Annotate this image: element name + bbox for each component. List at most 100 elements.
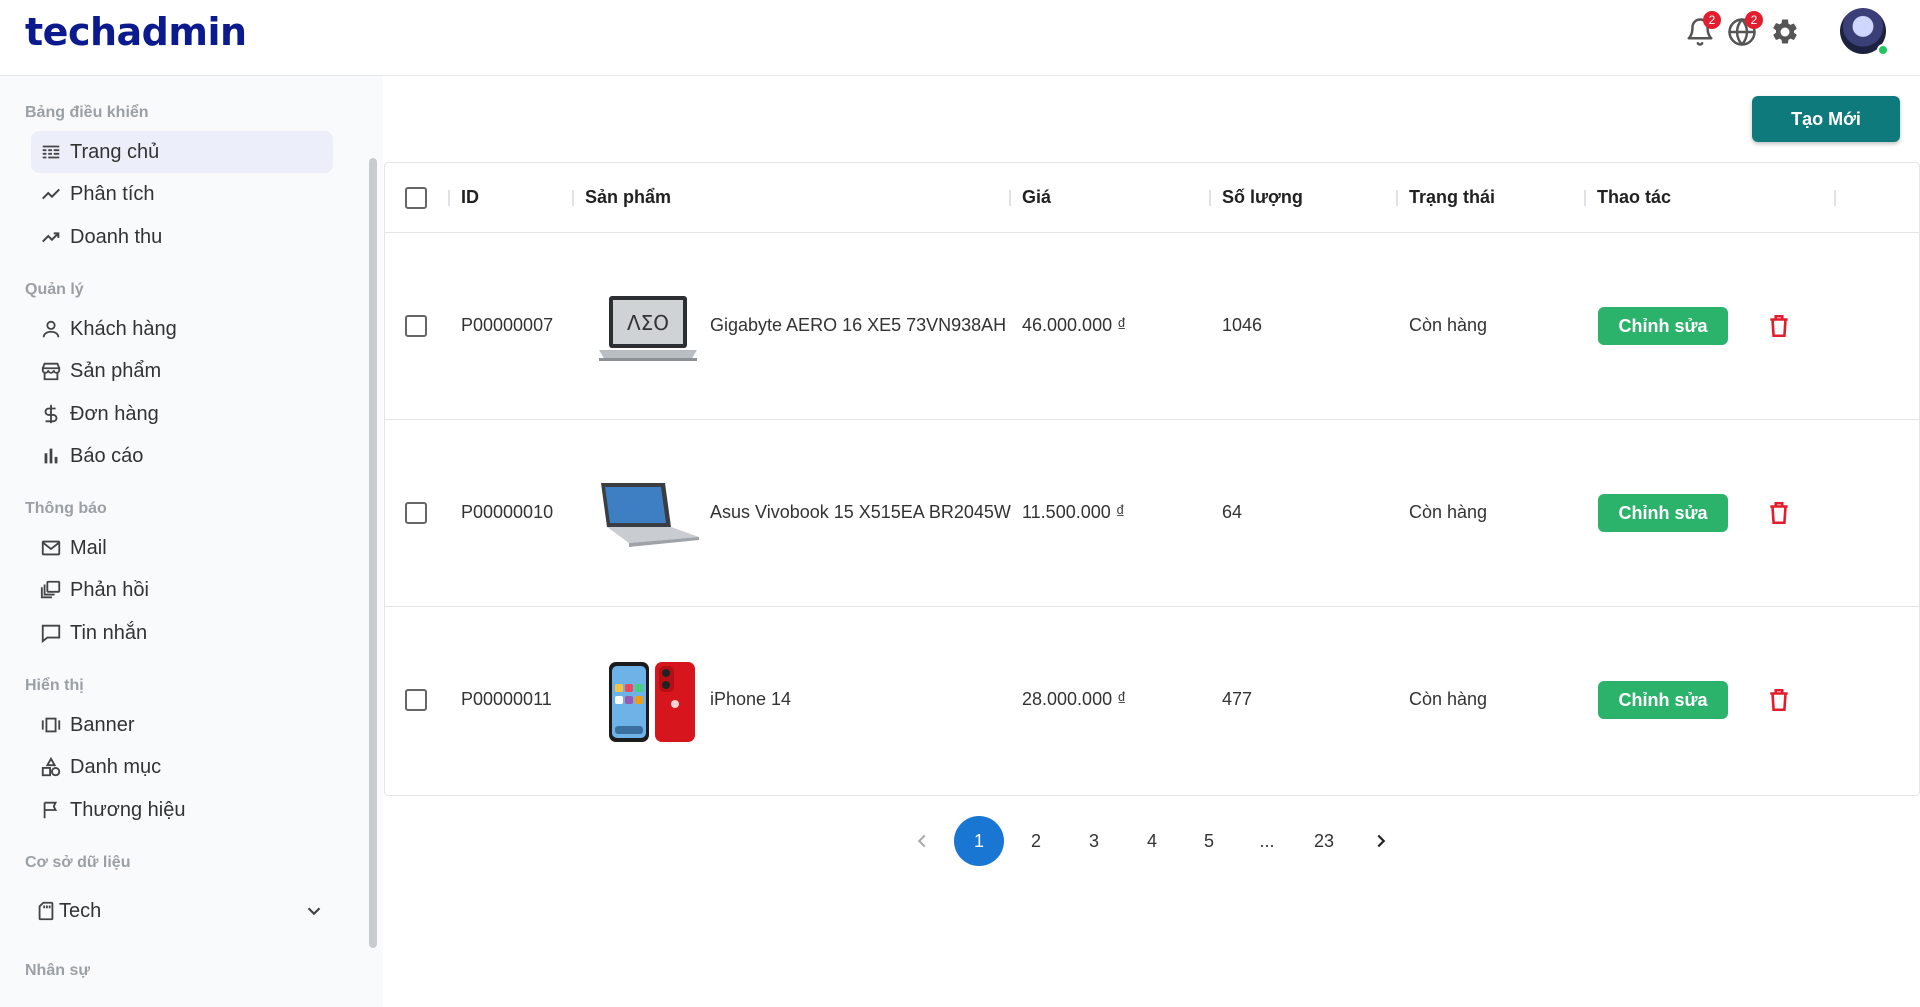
product-id: P00000011 xyxy=(461,689,552,709)
online-status-dot xyxy=(1877,44,1889,56)
product-name: Asus Vivobook 15 X515EA BR2045W xyxy=(710,502,1011,522)
pagination-page-3[interactable]: 3 xyxy=(1069,816,1119,866)
section-title-display: Hiển thị xyxy=(25,677,84,694)
top-header: techadmin 2 2 xyxy=(0,0,1920,76)
sidebar-item-label: Doanh thu xyxy=(70,225,163,248)
pagination-prev-button[interactable] xyxy=(897,816,947,866)
product-image-laptop: ΛΣO xyxy=(599,296,697,361)
row-checkbox[interactable] xyxy=(405,689,427,711)
sidebar-item-categories[interactable]: Danh mục xyxy=(31,746,333,788)
sidebar-item-home[interactable]: Trang chủ xyxy=(31,131,333,173)
trash-icon xyxy=(1770,501,1788,525)
table-row: P00000011 iPhone 14 28.000.000 ₫ 477 Còn… xyxy=(385,607,1919,794)
language-badge: 2 xyxy=(1745,11,1763,29)
column-header-id[interactable]: ID xyxy=(461,187,479,208)
dashboard-icon xyxy=(42,145,60,159)
message-icon xyxy=(41,624,61,644)
column-separator xyxy=(1396,190,1398,206)
sidebar-item-banner[interactable]: Banner xyxy=(31,704,333,746)
delete-button[interactable] xyxy=(1766,313,1792,339)
sidebar-item-reports[interactable]: Báo cáo xyxy=(31,435,333,477)
pagination-page-4[interactable]: 4 xyxy=(1127,816,1177,866)
sidebar-item-mail[interactable]: Mail xyxy=(31,527,333,569)
svg-text:ΛΣO: ΛΣO xyxy=(627,311,669,335)
pagination-page-5[interactable]: 5 xyxy=(1184,816,1234,866)
sidebar-item-revenue[interactable]: Doanh thu xyxy=(31,216,333,258)
language-button[interactable]: 2 xyxy=(1727,11,1763,47)
column-header-price[interactable]: Giá xyxy=(1022,187,1051,208)
select-all-checkbox[interactable] xyxy=(405,187,427,209)
column-header-status[interactable]: Trạng thái xyxy=(1409,187,1495,208)
create-new-button[interactable]: Tạo Mới xyxy=(1752,96,1900,142)
section-title-hr: Nhân sự xyxy=(25,962,90,979)
sidebar-item-products[interactable]: Sản phẩm xyxy=(31,350,333,392)
product-price: 46.000.000 ₫ xyxy=(1022,315,1127,335)
column-separator xyxy=(572,190,574,206)
sidebar-item-label: Khách hàng xyxy=(70,317,177,340)
column-separator xyxy=(448,190,450,206)
pagination-ellipsis: ... xyxy=(1259,831,1275,851)
section-title-database: Cơ sở dữ liệu xyxy=(25,854,131,871)
edit-button[interactable]: Chỉnh sửa xyxy=(1598,494,1728,532)
products-table: ID Sản phẩm Giá Số lượng Trạng thái Thao… xyxy=(384,162,1920,796)
pagination-page-1[interactable]: 1 xyxy=(954,816,1004,866)
pagination-page-2[interactable]: 2 xyxy=(1011,816,1061,866)
table-row: P00000007 ΛΣO Gigabyte AERO 16 XE5 73VN9… xyxy=(385,233,1919,420)
column-header-quantity[interactable]: Số lượng xyxy=(1222,187,1303,208)
product-image-laptop xyxy=(601,483,699,547)
product-id: P00000007 xyxy=(461,315,554,335)
category-icon xyxy=(41,756,61,777)
edit-button[interactable]: Chỉnh sửa xyxy=(1598,307,1728,345)
product-name: iPhone 14 xyxy=(710,689,792,709)
mail-icon xyxy=(41,540,61,556)
product-price: 11.500.000 ₫ xyxy=(1022,502,1125,522)
notification-button[interactable]: 2 xyxy=(1685,11,1721,47)
table-header: ID Sản phẩm Giá Số lượng Trạng thái Thao… xyxy=(385,163,1919,233)
sidebar-item-label: Phân tích xyxy=(70,182,155,205)
trash-icon xyxy=(1770,688,1788,712)
database-select-value: Tech xyxy=(59,899,102,922)
pagination-next-button[interactable] xyxy=(1356,816,1406,866)
delete-button[interactable] xyxy=(1766,500,1792,526)
sidebar: Bảng điều khiển Trang chủ Phân tích Doan… xyxy=(0,76,383,1007)
row-checkbox[interactable] xyxy=(405,315,427,337)
product-quantity: 1046 xyxy=(1222,315,1263,335)
edit-button[interactable]: Chỉnh sửa xyxy=(1598,681,1728,719)
sidebar-item-label: Tin nhắn xyxy=(70,621,148,644)
sidebar-item-label: Phản hồi xyxy=(70,578,149,601)
product-quantity: 477 xyxy=(1222,689,1253,709)
sidebar-scrollbar[interactable] xyxy=(369,158,377,948)
product-quantity: 64 xyxy=(1222,502,1243,522)
sidebar-item-analytics[interactable]: Phân tích xyxy=(31,173,333,215)
product-status: Còn hàng xyxy=(1409,502,1488,522)
sidebar-item-label: Đơn hàng xyxy=(70,402,159,425)
app-logo[interactable]: techadmin xyxy=(25,10,247,54)
banner-icon xyxy=(41,717,61,733)
sd-card-icon xyxy=(38,901,54,921)
delete-button[interactable] xyxy=(1766,687,1792,713)
sidebar-item-customers[interactable]: Khách hàng xyxy=(31,308,333,350)
settings-button[interactable] xyxy=(1770,17,1800,47)
column-separator xyxy=(1009,190,1011,206)
product-id: P00000010 xyxy=(461,502,554,522)
sidebar-item-label: Thương hiệu xyxy=(70,798,186,821)
sidebar-item-brands[interactable]: Thương hiệu xyxy=(31,789,333,831)
product-name: Gigabyte AERO 16 XE5 73VN938AH xyxy=(710,315,1007,335)
database-select[interactable]: Tech xyxy=(31,893,333,929)
sidebar-item-label: Sản phẩm xyxy=(70,359,162,382)
sidebar-item-orders[interactable]: Đơn hàng xyxy=(31,393,333,435)
row-checkbox[interactable] xyxy=(405,502,427,524)
sidebar-item-label: Banner xyxy=(70,713,135,736)
trending-up-icon xyxy=(42,232,60,243)
section-title-dashboard: Bảng điều khiển xyxy=(25,104,149,121)
column-header-product[interactable]: Sản phẩm xyxy=(585,187,671,208)
product-price: 28.000.000 ₫ xyxy=(1022,689,1127,709)
chevron-down-icon xyxy=(307,907,321,916)
feedback-icon xyxy=(40,580,61,599)
sidebar-item-label: Mail xyxy=(70,536,107,559)
pagination-page-last[interactable]: 23 xyxy=(1299,816,1349,866)
sidebar-item-messages[interactable]: Tin nhắn xyxy=(31,612,333,654)
trash-icon xyxy=(1770,314,1788,338)
sidebar-item-feedback[interactable]: Phản hồi xyxy=(31,569,333,611)
user-icon xyxy=(42,320,60,338)
